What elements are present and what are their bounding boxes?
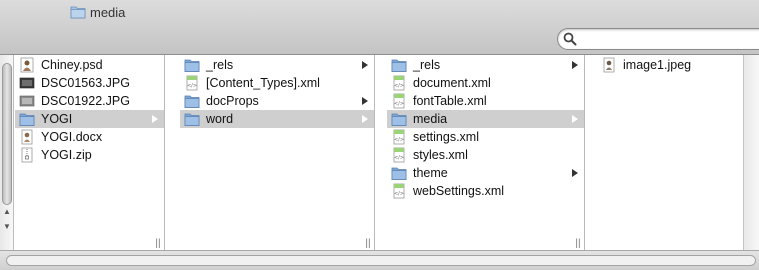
column-2: _rels </> [Content_Types].xml docProps w… (165, 55, 375, 250)
horizontal-scrollbar[interactable] (6, 255, 756, 266)
scroll-up-arrow-icon[interactable]: ▲ (0, 205, 14, 219)
toolbar: media (0, 0, 759, 55)
folder-icon (391, 113, 407, 126)
column-4-scrollbar[interactable] (743, 55, 759, 250)
list-item-content-types[interactable]: </> [Content_Types].xml (180, 74, 374, 92)
svg-text:</>: </> (394, 155, 404, 161)
xml-file-icon: </> (393, 93, 405, 109)
folder-icon (184, 95, 200, 108)
path-folder-label: media (90, 4, 126, 20)
column-4: image1.jpeg (585, 55, 759, 250)
column-1: ▲ ▼ Chiney.psd DSC01563.JPG DSC01922.JPG… (0, 55, 165, 250)
jpg-thumb-icon (19, 95, 35, 107)
list-item-media-folder[interactable]: media (387, 110, 584, 128)
list-item-dsc01563[interactable]: DSC01563.JPG (15, 74, 164, 92)
svg-text:</>: </> (187, 83, 197, 89)
list-item-theme-folder[interactable]: theme (387, 164, 584, 182)
xml-file-icon: </> (393, 75, 405, 91)
column-resize-handle[interactable]: || (154, 238, 162, 249)
folder-icon (184, 113, 200, 126)
docx-file-icon (21, 129, 33, 145)
folder-icon (391, 59, 407, 72)
list-item-dsc01922[interactable]: DSC01922.JPG (15, 92, 164, 110)
bottom-bar (0, 250, 759, 270)
list-item-fonttable-xml[interactable]: </> fontTable.xml (387, 92, 584, 110)
scroll-down-arrow-icon[interactable]: ▼ (0, 220, 14, 234)
disclosure-arrow-icon (572, 169, 578, 177)
list-item-yogi-docx[interactable]: YOGI.docx (15, 128, 164, 146)
list-item-yogi-folder[interactable]: YOGI (15, 110, 164, 128)
psd-file-icon (20, 57, 34, 73)
folder-icon (70, 6, 86, 19)
vertical-scrollbar[interactable]: ▲ ▼ (0, 55, 14, 250)
xml-file-icon: </> (393, 183, 405, 199)
column-4-list: image1.jpeg (597, 56, 759, 74)
column-resize-handle[interactable]: || (574, 238, 582, 249)
folder-icon (184, 59, 200, 72)
disclosure-arrow-icon (362, 97, 368, 105)
disclosure-arrow-icon (572, 61, 578, 69)
svg-text:</>: </> (394, 191, 404, 197)
list-item-styles-xml[interactable]: </> styles.xml (387, 146, 584, 164)
list-item-image1-jpeg[interactable]: image1.jpeg (597, 56, 759, 74)
list-item-settings-xml[interactable]: </> settings.xml (387, 128, 584, 146)
column-resize-handle[interactable]: || (364, 238, 372, 249)
list-item-rels-folder[interactable]: _rels (180, 56, 374, 74)
column-3: _rels </> document.xml </> fontTable.xml (375, 55, 585, 250)
list-item-chiney-psd[interactable]: Chiney.psd (15, 56, 164, 74)
jpeg-file-icon (603, 57, 615, 73)
list-item-document-xml[interactable]: </> document.xml (387, 74, 584, 92)
disclosure-arrow-icon (572, 115, 578, 123)
column-browser: ▲ ▼ Chiney.psd DSC01563.JPG DSC01922.JPG… (0, 55, 759, 250)
jpg-thumb-icon (19, 77, 35, 89)
svg-text:</>: </> (394, 137, 404, 143)
svg-text:</>: </> (394, 83, 404, 89)
column-1-list: Chiney.psd DSC01563.JPG DSC01922.JPG YOG… (15, 56, 164, 164)
folder-icon (19, 113, 35, 126)
xml-file-icon: </> (393, 129, 405, 145)
folder-icon (391, 167, 407, 180)
xml-file-icon: </> (393, 147, 405, 163)
list-item-docprops-folder[interactable]: docProps (180, 92, 374, 110)
disclosure-arrow-icon (362, 115, 368, 123)
scrollbar-thumb[interactable] (2, 63, 12, 205)
disclosure-arrow-icon (152, 115, 158, 123)
list-item-websettings-xml[interactable]: </> webSettings.xml (387, 182, 584, 200)
list-item-rels-folder[interactable]: _rels (387, 56, 584, 74)
list-item-word-folder[interactable]: word (180, 110, 374, 128)
column-3-list: _rels </> document.xml </> fontTable.xml (387, 56, 584, 200)
search-icon (563, 32, 577, 46)
zip-file-icon (21, 147, 33, 163)
svg-text:</>: </> (394, 101, 404, 107)
column-2-list: _rels </> [Content_Types].xml docProps w… (180, 56, 374, 128)
disclosure-arrow-icon (362, 61, 368, 69)
xml-file-icon: </> (186, 75, 198, 91)
path-breadcrumb[interactable]: media (70, 4, 125, 20)
list-item-yogi-zip[interactable]: YOGI.zip (15, 146, 164, 164)
search-field[interactable] (557, 28, 759, 50)
